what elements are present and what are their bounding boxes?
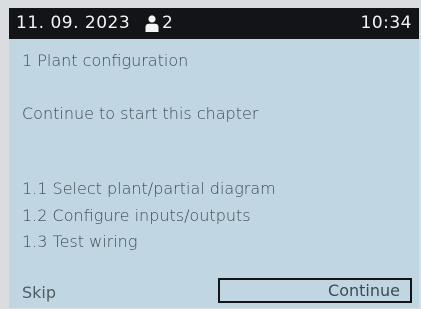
- chapter-item-select-diagram: 1.1 Select plant/partial diagram: [22, 179, 276, 198]
- user-indicator: 2: [145, 13, 173, 33]
- chapter-intro: Continue to start this chapter: [22, 104, 259, 123]
- status-bar: 11. 09. 2023 2 10:34: [9, 8, 419, 39]
- status-date: 11. 09. 2023: [16, 13, 131, 33]
- continue-button[interactable]: Continue: [218, 278, 412, 303]
- status-time: 10:34: [360, 13, 412, 33]
- user-count: 2: [162, 13, 174, 33]
- person-icon: [145, 14, 159, 32]
- skip-button[interactable]: Skip: [22, 283, 56, 302]
- chapter-item-configure-io: 1.2 Configure inputs/outputs: [22, 206, 251, 225]
- chapter-title: 1 Plant configuration: [22, 51, 189, 70]
- display-screen: 11. 09. 2023 2 10:34 1 Plant configurati…: [9, 8, 419, 308]
- chapter-item-test-wiring: 1.3 Test wiring: [22, 232, 138, 251]
- device-bezel: 11. 09. 2023 2 10:34 1 Plant configurati…: [0, 0, 421, 309]
